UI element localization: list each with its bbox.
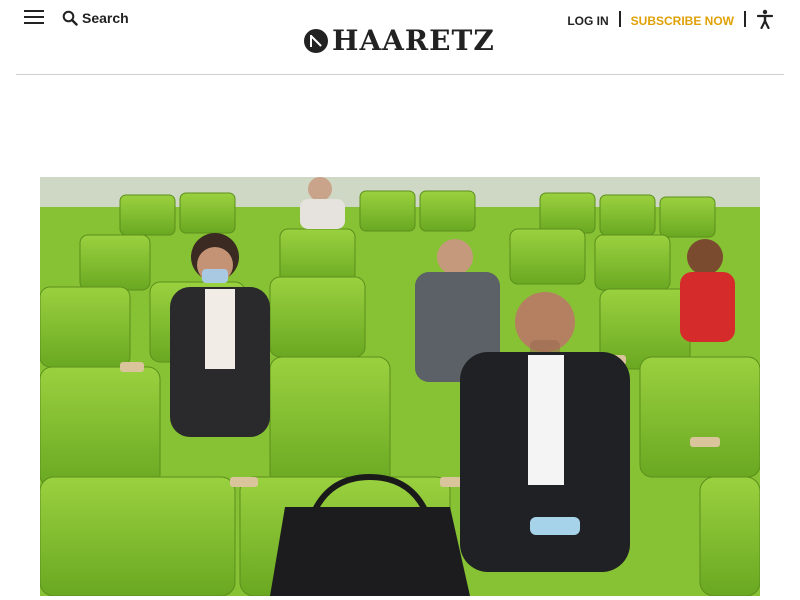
search-label: Search: [82, 10, 129, 26]
search-icon: [62, 10, 78, 26]
site-header: Search HAARETZ LOG IN SUBSCRIBE NOW: [16, 0, 784, 75]
menu-icon-line: [24, 16, 44, 18]
hero-photo-art: [40, 177, 760, 596]
account-actions: LOG IN SUBSCRIBE NOW: [567, 8, 774, 30]
accessibility-icon[interactable]: [756, 9, 774, 29]
hero-photo: [40, 177, 760, 596]
site-logo[interactable]: HAARETZ: [304, 24, 495, 58]
logo-wordmark: HAARETZ: [332, 24, 495, 57]
menu-button[interactable]: [24, 10, 44, 26]
login-link[interactable]: LOG IN: [567, 14, 618, 28]
menu-icon-line: [24, 22, 44, 24]
logo-mark-icon: [304, 29, 328, 53]
header-divider: [744, 11, 746, 27]
search-button[interactable]: Search: [62, 8, 129, 28]
subscribe-link[interactable]: SUBSCRIBE NOW: [621, 14, 744, 28]
menu-icon-line: [24, 10, 44, 12]
